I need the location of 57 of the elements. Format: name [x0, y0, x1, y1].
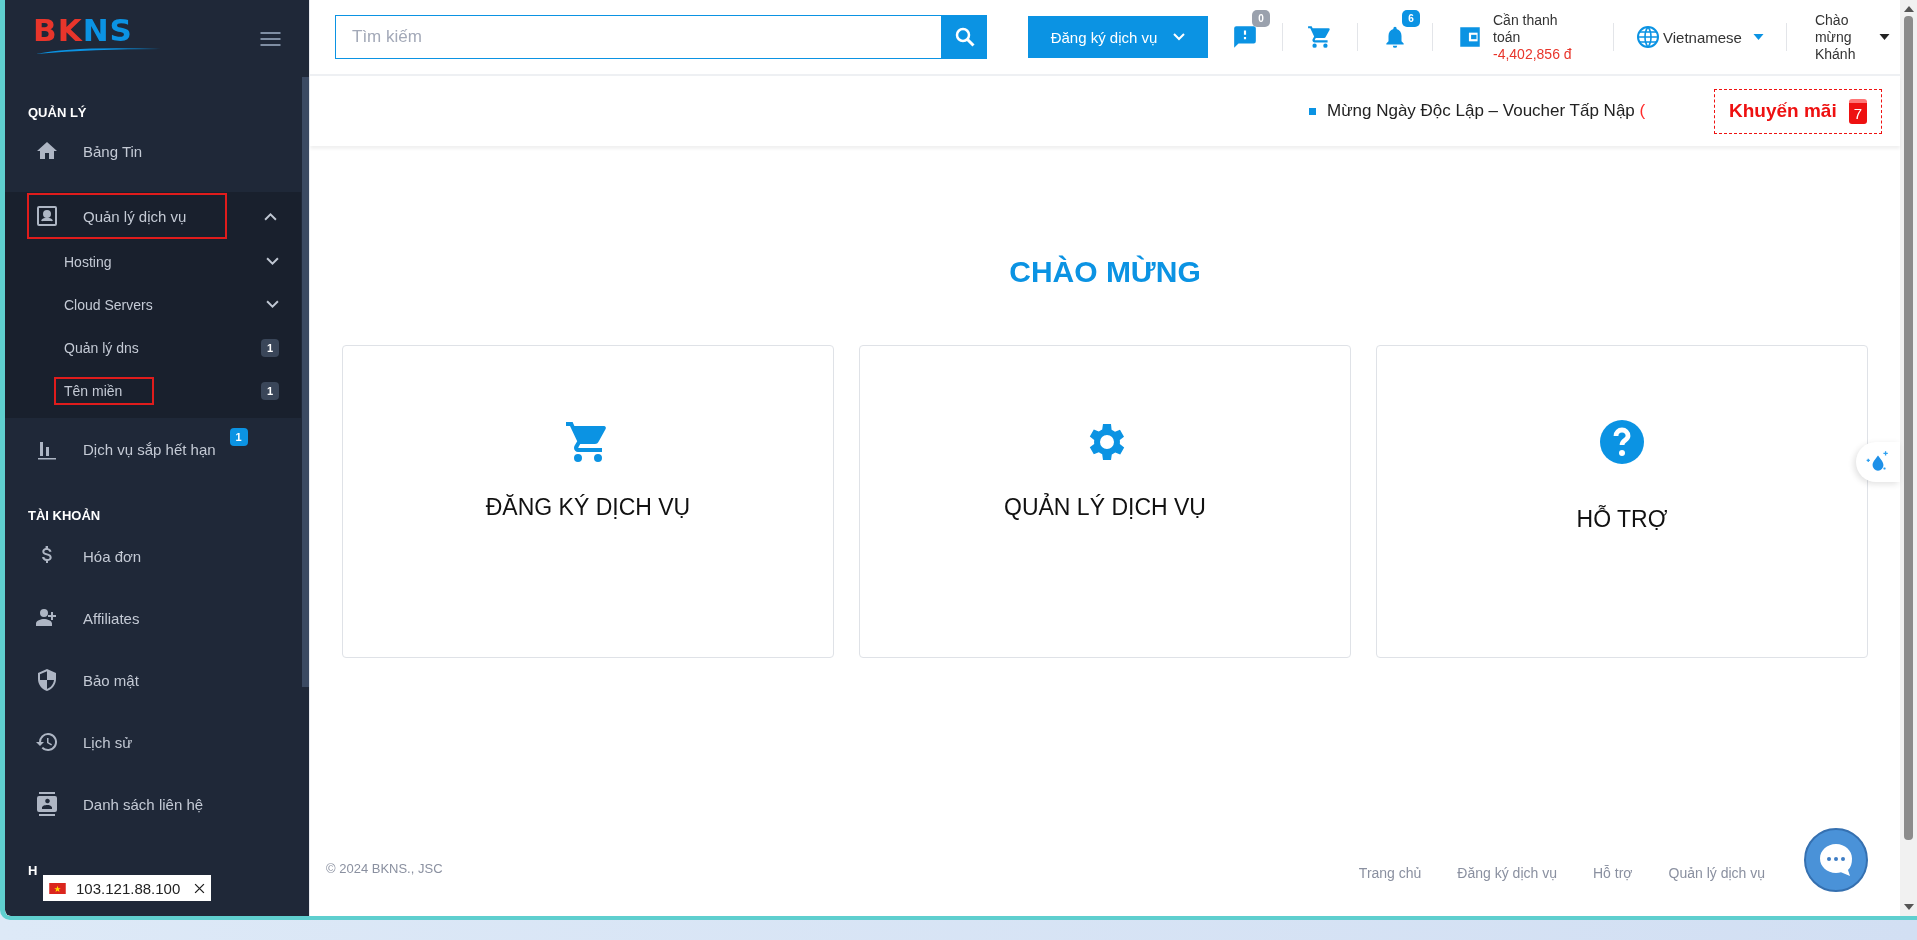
nav-item[interactable]: Dịch vụ sắp hết hạn 1	[5, 418, 301, 480]
copyright-text: © 2024 BKNS., JSC	[326, 861, 443, 876]
service-card[interactable]: ĐĂNG KÝ DỊCH VỤ	[342, 345, 834, 658]
caret-icon	[1878, 34, 1890, 40]
scrollbar[interactable]	[302, 77, 309, 687]
chevron-icon	[266, 300, 279, 309]
logo[interactable]: BKNS	[33, 15, 163, 55]
service-card[interactable]: QUẢN LÝ DỊCH VỤ	[859, 345, 1351, 658]
bullet-icon	[1309, 107, 1316, 115]
submenu-item[interactable]: Tên miền 1	[5, 369, 301, 412]
chevron-icon	[1173, 33, 1186, 41]
submenu-item[interactable]: Hosting	[5, 240, 301, 283]
submenu-item[interactable]: Cloud Servers	[5, 283, 301, 326]
welcome-heading: CHÀO MỪNG	[1009, 255, 1201, 289]
nav-item[interactable]: Hóa đơn	[5, 525, 301, 587]
search-button[interactable]	[942, 15, 987, 59]
scroll-up-icon[interactable]	[1903, 6, 1914, 12]
contact-icon	[35, 204, 59, 228]
gift-badge: 7	[1848, 98, 1867, 124]
balance-label: Cần thanh toán	[1493, 11, 1559, 46]
section-heading: QUẢN LÝ	[27, 104, 88, 120]
user-menu[interactable]: Chào mừng Khánh	[1814, 11, 1890, 63]
news-ticker[interactable]: Mừng Ngày Độc Lập – Voucher Tấp Nập (	[1327, 101, 1672, 121]
service-card[interactable]: HỖ TRỢ	[1376, 345, 1868, 658]
history-icon	[35, 730, 59, 754]
nav-item[interactable]: Affiliates	[5, 587, 301, 649]
balance-amount: -4,402,856 đ	[1493, 45, 1573, 63]
nav-item[interactable]: Bảng Tin	[5, 120, 301, 182]
help-icon	[1598, 418, 1646, 466]
chat-button[interactable]	[1804, 828, 1868, 892]
shield-icon	[35, 668, 59, 692]
section-heading: TÀI KHOẢN	[27, 507, 102, 525]
scroll-down-icon[interactable]	[1903, 904, 1914, 910]
chevron-icon	[266, 257, 279, 266]
chevron-icon[interactable]	[264, 211, 277, 221]
caret-icon	[1752, 34, 1764, 40]
promotion-button[interactable]: Khuyến mãi 7	[1714, 88, 1882, 134]
ip-address: 103.121.88.100	[76, 879, 181, 897]
section-heading: H	[27, 862, 39, 880]
nav-item[interactable]: Quản lý dịch vụ	[5, 192, 301, 240]
scrollbar[interactable]	[1900, 0, 1917, 916]
search-field[interactable]: Tìm kiếm	[335, 15, 942, 59]
close-icon[interactable]	[194, 882, 206, 894]
flag-icon	[49, 882, 66, 894]
nav-item[interactable]: Bảo mật	[5, 649, 301, 711]
count-badge: 1	[260, 338, 279, 357]
wallet-icon[interactable]	[1457, 24, 1483, 50]
language-selector[interactable]: Vietnamese	[1636, 25, 1764, 49]
nav-item[interactable]: Danh sách liên hệ	[5, 773, 301, 835]
globe-icon	[1636, 25, 1660, 49]
count-badge: 1	[229, 428, 248, 446]
contacts-icon	[35, 792, 59, 816]
submenu-item[interactable]: Quản lý dns 1	[5, 326, 301, 369]
count-badge: 1	[260, 381, 279, 400]
widget-tab[interactable]	[1856, 442, 1900, 482]
menu-icon[interactable]	[260, 32, 281, 46]
nav-item[interactable]: Lịch sử	[5, 711, 301, 773]
